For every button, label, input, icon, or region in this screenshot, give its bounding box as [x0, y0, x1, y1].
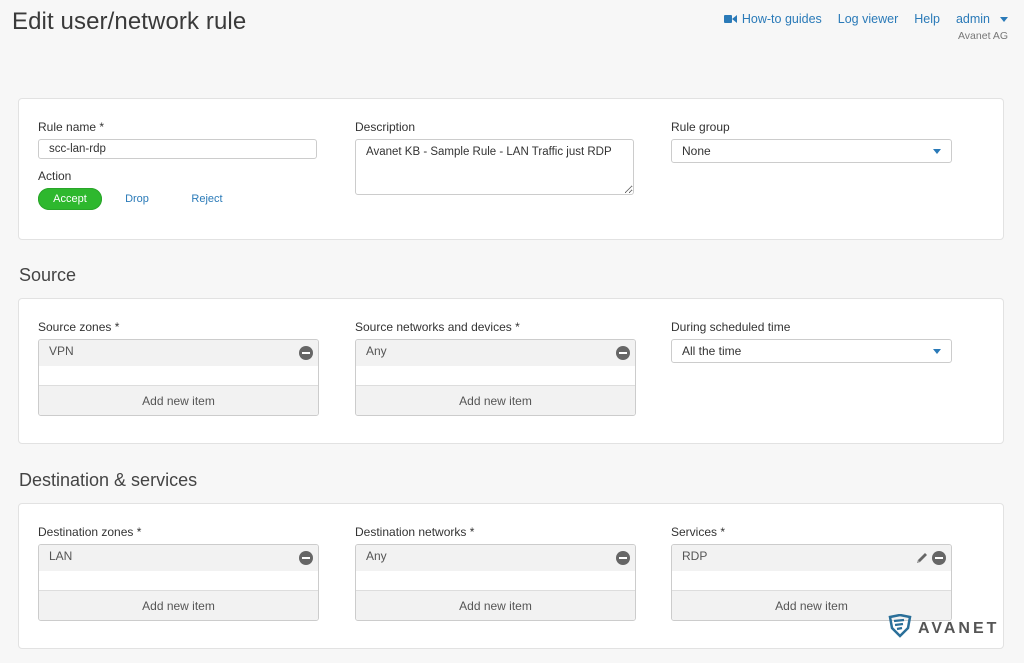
rule-group-select[interactable]: None — [671, 139, 952, 163]
list-item[interactable]: RDP — [672, 545, 951, 571]
howto-guides-link[interactable]: How-to guides — [723, 12, 822, 26]
remove-icon[interactable] — [299, 346, 313, 360]
schedule-label: During scheduled time — [671, 320, 791, 334]
drop-button[interactable]: Drop — [102, 188, 172, 210]
howto-guides-label: How-to guides — [741, 12, 822, 26]
add-new-item-button[interactable]: Add new item — [39, 385, 318, 415]
destination-section-title: Destination & services — [19, 470, 198, 490]
action-label: Action — [38, 169, 72, 183]
destination-card: Destination zones * LAN Add new item Des… — [18, 503, 1004, 649]
description-textarea[interactable]: Avanet KB - Sample Rule - LAN Traffic ju… — [355, 139, 634, 195]
pencil-icon[interactable] — [915, 551, 929, 565]
schedule-value: All the time — [682, 344, 742, 358]
chevron-down-icon — [1000, 16, 1008, 22]
admin-label: admin — [955, 12, 990, 26]
remove-icon[interactable] — [616, 551, 630, 565]
action-field: Action Accept Drop Reject — [38, 169, 242, 210]
source-section-title: Source — [19, 265, 77, 285]
dropdown-caret-icon — [933, 348, 941, 354]
source-zones-label: Source zones * — [38, 320, 120, 334]
avanet-logo: AVANET — [888, 613, 1000, 643]
accept-button[interactable]: Accept — [38, 188, 102, 210]
destination-zones-label: Destination zones * — [38, 525, 142, 539]
remove-icon[interactable] — [299, 551, 313, 565]
source-card: Source zones * VPN Add new item Source n… — [18, 298, 1004, 444]
list-item[interactable]: Any — [356, 340, 635, 366]
list-item-label: Any — [366, 549, 387, 563]
top-navigation: How-to guides Log viewer Help admin — [723, 12, 1008, 26]
add-new-item-button[interactable]: Add new item — [39, 590, 318, 620]
add-new-item-button[interactable]: Add new item — [356, 590, 635, 620]
source-networks-field: Source networks and devices * Any Add ne… — [355, 320, 636, 416]
schedule-field: During scheduled time All the time — [671, 320, 952, 363]
source-zones-list: VPN Add new item — [38, 339, 319, 416]
rule-name-label: Rule name * — [38, 120, 105, 134]
source-networks-list: Any Add new item — [355, 339, 636, 416]
list-item[interactable]: Any — [356, 545, 635, 571]
page-title: Edit user/network rule — [12, 8, 247, 35]
add-new-item-button[interactable]: Add new item — [356, 385, 635, 415]
description-label: Description — [355, 120, 416, 134]
list-item-label: Any — [366, 344, 387, 358]
rule-group-value: None — [682, 144, 711, 158]
remove-icon[interactable] — [616, 346, 630, 360]
list-item[interactable]: VPN — [39, 340, 318, 366]
services-label: Services * — [671, 525, 726, 539]
rule-group-field: Rule group None — [671, 120, 952, 163]
destination-networks-field: Destination networks * Any Add new item — [355, 525, 636, 621]
destination-zones-field: Destination zones * LAN Add new item — [38, 525, 319, 621]
services-list: RDP Add new item — [671, 544, 952, 621]
log-viewer-link[interactable]: Log viewer — [838, 12, 898, 26]
organization-name: Avanet AG — [957, 30, 1008, 42]
list-item[interactable]: LAN — [39, 545, 318, 571]
rule-group-label: Rule group — [671, 120, 730, 134]
dropdown-caret-icon — [933, 148, 941, 154]
destination-networks-list: Any Add new item — [355, 544, 636, 621]
destination-networks-label: Destination networks * — [355, 525, 475, 539]
action-toggle-group: Accept Drop Reject — [38, 188, 242, 210]
help-link[interactable]: Help — [914, 12, 940, 26]
list-item-label: RDP — [682, 549, 708, 563]
reject-button[interactable]: Reject — [172, 188, 242, 210]
remove-icon[interactable] — [932, 551, 946, 565]
rule-name-input[interactable] — [38, 139, 317, 159]
video-camera-icon — [723, 14, 737, 24]
destination-zones-list: LAN Add new item — [38, 544, 319, 621]
rule-name-field: Rule name * — [38, 120, 317, 159]
services-field: Services * RDP Add new item — [671, 525, 952, 621]
schedule-select[interactable]: All the time — [671, 339, 952, 363]
description-field: Description Avanet KB - Sample Rule - LA… — [355, 120, 634, 200]
general-card: Rule name * Action Accept Drop Reject De… — [18, 98, 1004, 240]
source-zones-field: Source zones * VPN Add new item — [38, 320, 319, 416]
list-item-label: VPN — [49, 344, 74, 358]
logo-text: AVANET — [918, 619, 1000, 637]
admin-menu[interactable]: admin — [956, 12, 1008, 26]
list-item-label: LAN — [49, 549, 73, 563]
shield-logo-icon — [888, 613, 912, 643]
source-networks-label: Source networks and devices * — [355, 320, 520, 334]
